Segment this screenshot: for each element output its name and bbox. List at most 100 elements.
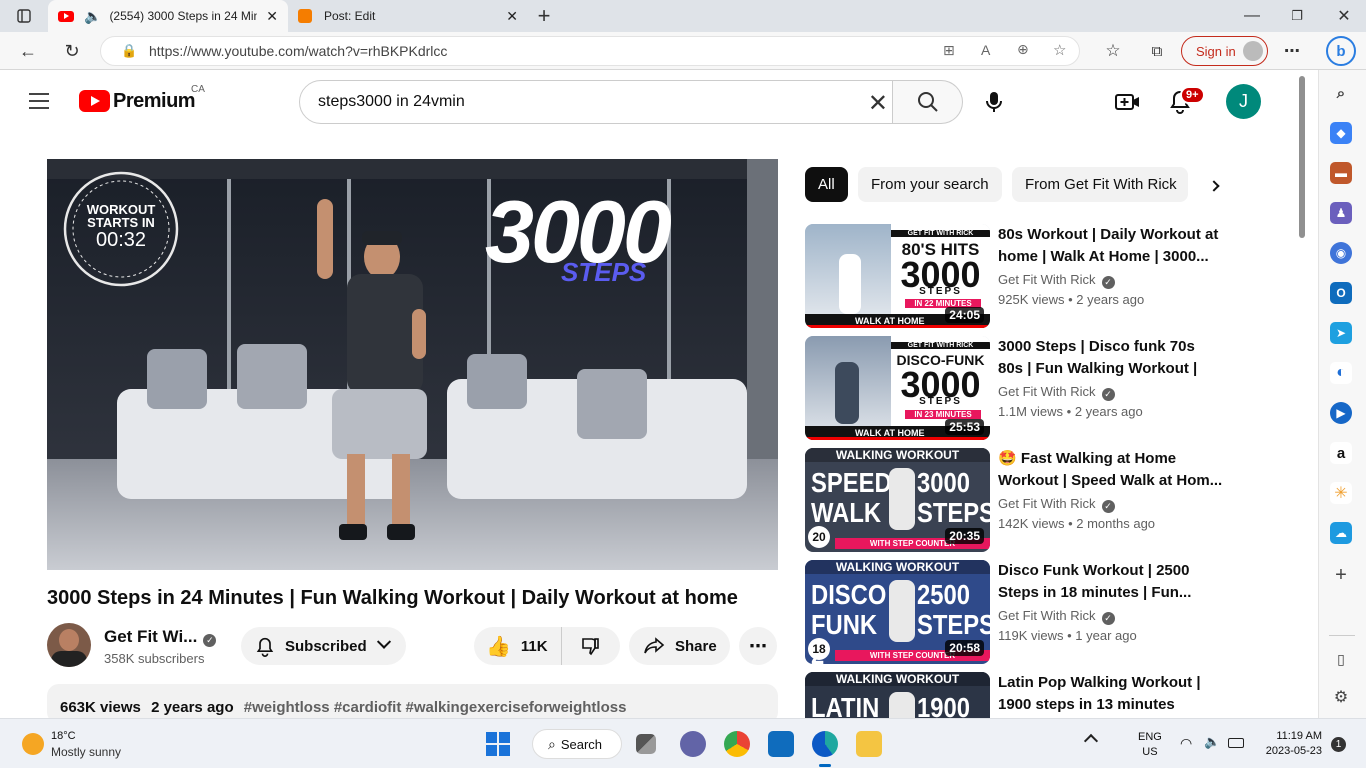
more-actions-button[interactable]: ⋯ xyxy=(739,627,777,665)
search-input[interactable]: steps3000 in 24vmin ✕ xyxy=(299,80,893,124)
address-bar[interactable]: 🔒 https://www.youtube.com/watch?v=rhBKPK… xyxy=(100,36,1080,66)
chips-next-icon[interactable] xyxy=(1206,176,1222,196)
teams-chat-icon[interactable] xyxy=(680,731,706,757)
close-window-icon[interactable]: ✕ xyxy=(1330,2,1358,30)
verified-icon: ✓ xyxy=(1101,612,1115,625)
taskbar-search[interactable]: ⌕ Search xyxy=(532,729,622,759)
video-thumbnail[interactable]: WALKING WORKOUT SPEED WALK 3000 STEPS 20… xyxy=(805,448,990,552)
scrollbar-thumb[interactable] xyxy=(1299,76,1305,238)
video-thumbnail[interactable]: GET FIT WITH RICK DISCO-FUNK 3000 STEPS … xyxy=(805,336,990,440)
favorites-icon[interactable]: ☆ xyxy=(1099,37,1127,65)
video-title[interactable]: 80s Workout | Daily Workout at home | Wa… xyxy=(998,224,1223,268)
video-thumbnail[interactable]: WALKING WORKOUT LATIN 1900 xyxy=(805,672,990,718)
menu-icon[interactable] xyxy=(29,92,51,110)
show-hidden-icons[interactable] xyxy=(1083,733,1099,749)
task-view-icon[interactable] xyxy=(636,734,656,754)
create-video-icon[interactable] xyxy=(1115,92,1141,117)
amazon-icon[interactable]: a xyxy=(1330,442,1352,464)
video-title[interactable]: 🤩 Fast Walking at Home Workout | Speed W… xyxy=(998,448,1223,492)
add-sidebar-app-icon[interactable]: + xyxy=(1330,564,1352,586)
notification-count[interactable]: 1 xyxy=(1331,737,1346,752)
thumb-sub-text: STEPS xyxy=(919,286,962,297)
tab-close-icon[interactable]: ✕ xyxy=(506,8,518,25)
video-thumbnail[interactable]: GET FIT WITH RICK 80'S HITS 3000 STEPS I… xyxy=(805,224,990,328)
bing-copilot-icon[interactable]: b xyxy=(1326,36,1356,66)
microsoft-store-icon[interactable] xyxy=(768,731,794,757)
clock[interactable]: 11:19 AM 2023-05-23 xyxy=(1256,729,1322,759)
clear-search-icon[interactable]: ✕ xyxy=(868,89,888,118)
minimize-icon[interactable]: — xyxy=(1238,2,1266,30)
microsoft-365-icon[interactable]: ◉ xyxy=(1330,242,1352,264)
new-tab-button[interactable]: + xyxy=(530,2,558,30)
hashtags[interactable]: #weightloss #cardiofit #walkingexercisef… xyxy=(244,699,627,716)
chip-all[interactable]: All xyxy=(805,167,848,202)
page-scrollbar[interactable] xyxy=(1297,74,1307,718)
restore-icon[interactable]: ❐ xyxy=(1283,2,1311,30)
tab-actions-icon[interactable] xyxy=(10,2,38,30)
verified-icon: ✓ xyxy=(1101,388,1115,401)
back-icon[interactable]: ← xyxy=(14,37,42,65)
recommended-video[interactable]: WALKING WORKOUT SPEED WALK 3000 STEPS 20… xyxy=(805,448,1225,552)
start-button[interactable] xyxy=(486,732,510,756)
search-icon[interactable]: ⌕ xyxy=(1330,82,1352,104)
chip-from-your-search[interactable]: From your search xyxy=(858,167,1002,202)
zoom-icon[interactable]: ⊕ xyxy=(1017,41,1029,58)
share-button[interactable]: Share xyxy=(629,627,730,665)
like-button[interactable]: 👍 11K xyxy=(474,627,562,665)
tab-youtube[interactable]: 🔈 (2554) 3000 Steps in 24 Min ✕ xyxy=(48,0,288,32)
subscribed-button[interactable]: Subscribed xyxy=(241,627,406,665)
tools-briefcase-icon[interactable]: ▬ xyxy=(1330,162,1352,184)
video-title[interactable]: Latin Pop Walking Workout | 1900 steps i… xyxy=(998,672,1223,716)
hide-sidebar-icon[interactable]: ▯ xyxy=(1330,648,1352,670)
edge-icon[interactable] xyxy=(812,731,838,757)
channel-name[interactable]: Get Fit With Rick ✓ xyxy=(998,496,1115,513)
games-icon[interactable]: ♟ xyxy=(1330,202,1352,224)
channel-name[interactable]: Get Fit Wi... ✓ xyxy=(104,627,217,647)
add-favorite-icon[interactable]: ☆ xyxy=(1053,41,1066,59)
shopping-tag-icon[interactable]: ◆ xyxy=(1330,122,1352,144)
battery-icon[interactable] xyxy=(1228,738,1244,748)
channel-name[interactable]: Get Fit With Rick ✓ xyxy=(998,384,1115,401)
notifications-icon[interactable]: 9+ xyxy=(1168,86,1205,120)
tab-blogger[interactable]: Post: Edit ✕ xyxy=(288,0,528,32)
overlay-big-word: STEPS xyxy=(561,257,647,287)
salesforce-icon[interactable]: ☁ xyxy=(1330,522,1352,544)
channel-avatar[interactable] xyxy=(47,623,91,667)
sparkle-icon[interactable]: ✳ xyxy=(1330,482,1352,504)
app-available-icon[interactable]: ⊞ xyxy=(943,42,955,59)
settings-more-icon[interactable]: ⋯ xyxy=(1278,37,1306,65)
outlook-icon[interactable]: O xyxy=(1330,282,1352,304)
verified-icon: ✓ xyxy=(1101,276,1115,289)
file-explorer-icon[interactable] xyxy=(856,731,882,757)
tab-close-icon[interactable]: ✕ xyxy=(266,8,278,25)
wifi-icon[interactable]: ◠ xyxy=(1180,735,1192,752)
search-button[interactable] xyxy=(893,80,963,124)
player-icon[interactable]: ▶ xyxy=(1330,402,1352,424)
voice-search-icon[interactable] xyxy=(983,90,1005,114)
recommended-video[interactable]: GET FIT WITH RICK 80'S HITS 3000 STEPS I… xyxy=(805,224,1225,328)
recommended-video[interactable]: WALKING WORKOUT DISCO FUNK 2 2500 STEPS … xyxy=(805,560,1225,664)
sidebar-settings-icon[interactable]: ⚙ xyxy=(1330,686,1352,708)
video-title[interactable]: Disco Funk Workout | 2500 Steps in 18 mi… xyxy=(998,560,1223,604)
dislike-button[interactable] xyxy=(562,627,618,665)
recommended-video[interactable]: WALKING WORKOUT LATIN 1900 Latin Pop Wal… xyxy=(805,672,1225,718)
read-aloud-icon[interactable]: A xyxy=(981,42,990,58)
volume-icon[interactable]: 🔈 xyxy=(1204,734,1220,750)
channel-name[interactable]: Get Fit With Rick ✓ xyxy=(998,272,1115,289)
recommended-video[interactable]: GET FIT WITH RICK DISCO-FUNK 3000 STEPS … xyxy=(805,336,1225,440)
youtube-logo[interactable]: Premium CA xyxy=(79,84,205,115)
refresh-icon[interactable]: ↻ xyxy=(58,37,86,65)
video-player[interactable]: WORKOUT STARTS IN 00:32 3000 STEPS xyxy=(47,159,778,570)
send-icon[interactable]: ➤ xyxy=(1330,322,1352,344)
sign-in-button[interactable]: Sign in xyxy=(1181,36,1268,66)
video-thumbnail[interactable]: WALKING WORKOUT DISCO FUNK 2 2500 STEPS … xyxy=(805,560,990,664)
language-indicator[interactable]: ENG US xyxy=(1138,730,1162,760)
speaker-icon[interactable]: 🔈 xyxy=(84,8,101,25)
collections-icon[interactable]: ⧉ xyxy=(1143,37,1171,65)
avatar[interactable]: J xyxy=(1226,84,1261,119)
chrome-icon[interactable] xyxy=(724,731,750,757)
video-title[interactable]: 3000 Steps | Disco funk 70s 80s | Fun Wa… xyxy=(998,336,1223,380)
chip-from-channel[interactable]: From Get Fit With Rick xyxy=(1012,167,1188,202)
channel-name[interactable]: Get Fit With Rick ✓ xyxy=(998,608,1115,625)
edge-drop-icon[interactable]: ◐ xyxy=(1330,362,1352,384)
